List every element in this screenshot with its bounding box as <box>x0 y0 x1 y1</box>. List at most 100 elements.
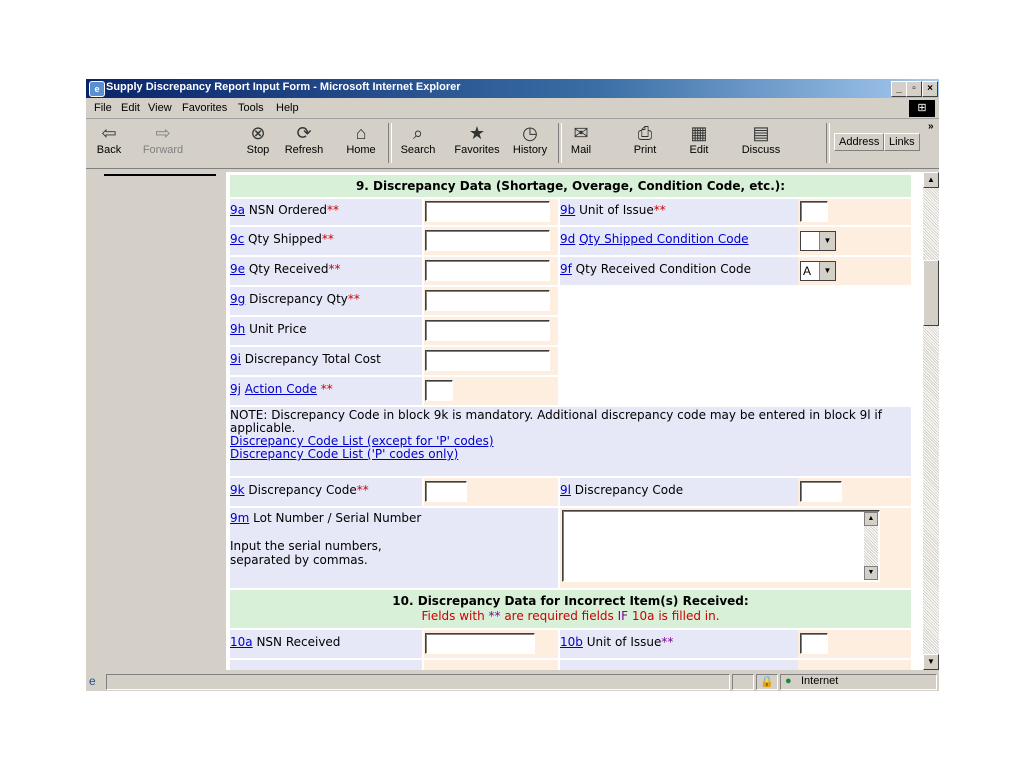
link-9g[interactable]: 9g <box>230 292 245 306</box>
scroll-up-icon[interactable]: ▲ <box>923 172 939 188</box>
toolbar-separator <box>558 123 562 163</box>
qty-received-input[interactable] <box>425 260 550 281</box>
status-text-panel <box>106 674 730 690</box>
unit-of-issue-input[interactable] <box>800 201 828 222</box>
cell-9e-input <box>424 257 558 285</box>
favorites-icon: ★ <box>468 123 486 143</box>
chevron-right-icon[interactable]: » <box>928 121 934 132</box>
scroll-down-icon[interactable]: ▼ <box>923 654 939 670</box>
link-9i[interactable]: 9i <box>230 352 241 366</box>
link-9e[interactable]: 9e <box>230 262 245 276</box>
back-button[interactable]: ⇦ Back <box>92 122 126 156</box>
stop-button[interactable]: ⊗ Stop <box>242 122 274 156</box>
scroll-thumb[interactable] <box>923 260 939 326</box>
qty-received-condition-select[interactable]: A ▼ <box>800 261 836 281</box>
link-9l[interactable]: 9l <box>560 483 571 497</box>
qty-shipped-input[interactable] <box>425 230 550 251</box>
history-icon: ◷ <box>522 123 538 143</box>
qty-shipped-condition-select[interactable]: ▼ <box>800 231 836 251</box>
link-10b[interactable]: 10b <box>560 635 583 649</box>
status-bar: e 🔒 ● Internet <box>86 672 939 691</box>
browser-window: e Supply Discrepancy Report Input Form -… <box>86 79 939 691</box>
discrepancy-total-cost-input[interactable] <box>425 350 550 371</box>
section9-header: 9. Discrepancy Data (Shortage, Overage, … <box>230 175 911 197</box>
discuss-button[interactable]: ▤ Discuss <box>736 122 786 156</box>
link-9c[interactable]: 9c <box>230 232 244 246</box>
back-arrow-icon: ⇦ <box>101 123 117 143</box>
menu-edit[interactable]: Edit <box>121 102 140 114</box>
link-9a[interactable]: 9a <box>230 203 245 217</box>
link-9h[interactable]: 9h <box>230 322 245 336</box>
forward-arrow-icon: ⇨ <box>155 123 171 143</box>
zone-label: Internet <box>801 675 839 687</box>
discrepancy-code-list-p-link[interactable]: Discrepancy Code List ('P' codes only) <box>230 447 458 461</box>
windows-logo-icon: ⊞ <box>909 100 935 117</box>
cell-9a-input <box>424 199 558 225</box>
edit-button[interactable]: ▦ Edit <box>684 122 714 156</box>
nsn-received-input[interactable] <box>425 633 535 654</box>
label-9m: 9m Lot Number / Serial Number Input the … <box>230 508 558 588</box>
mail-button[interactable]: ✉ Mail <box>564 122 598 156</box>
search-button[interactable]: ⌕ Search <box>396 122 440 156</box>
left-navigation <box>86 172 226 670</box>
menu-tools[interactable]: Tools <box>238 102 264 114</box>
nav-divider <box>104 174 216 176</box>
note-text: NOTE: Discrepancy Code in block 9k is ma… <box>230 408 882 435</box>
toolbar: ⇦ Back ⇨ Forward ⊗ Stop ⟳ Refresh ⌂ Home ⌕ Sea… <box>86 119 939 169</box>
label-9b: 9b Unit of Issue** <box>560 199 798 225</box>
minimize-icon[interactable]: _ <box>891 81 907 97</box>
link-9m[interactable]: 9m <box>230 511 249 525</box>
unit-of-issue-received-input[interactable] <box>800 633 828 654</box>
history-button[interactable]: ◷ History <box>510 122 550 156</box>
nsn-ordered-input[interactable] <box>425 201 550 222</box>
cell-10a-input <box>424 630 558 658</box>
label-9j: 9j Action Code ** <box>230 377 422 405</box>
forward-button[interactable]: ⇨ Forward <box>138 122 188 156</box>
search-icon: ⌕ <box>412 123 424 143</box>
zone-panel: ● Internet <box>780 674 937 690</box>
label-9e: 9e Qty Received** <box>230 257 422 285</box>
link-9b[interactable]: 9b <box>560 203 575 217</box>
edit-icon: ▦ <box>690 123 708 143</box>
menu-favorites[interactable]: Favorites <box>182 102 227 114</box>
discrepancy-code-input[interactable] <box>425 481 467 502</box>
label-9a: 9a NSN Ordered** <box>230 199 422 225</box>
discrepancy-code-list-link[interactable]: Discrepancy Code List (except for 'P' co… <box>230 434 494 448</box>
discrepancy-qty-input[interactable] <box>425 290 550 311</box>
title-bar: e Supply Discrepancy Report Input Form -… <box>86 79 939 98</box>
refresh-button[interactable]: ⟳ Refresh <box>282 122 326 156</box>
unit-price-input[interactable] <box>425 320 550 341</box>
scroll-down-icon[interactable]: ▼ <box>864 566 878 580</box>
page-content: 9. Discrepancy Data (Shortage, Overage, … <box>86 172 939 670</box>
label-10a: 10a NSN Received <box>230 630 422 658</box>
link-9f[interactable]: 9f <box>560 262 572 276</box>
cell-9f-select: A ▼ <box>798 257 911 285</box>
note-block: NOTE: Discrepancy Code in block 9k is ma… <box>230 407 911 476</box>
link-10a[interactable]: 10a <box>230 635 253 649</box>
additional-discrepancy-code-input[interactable] <box>800 481 842 502</box>
print-button[interactable]: ⎙ Print <box>628 122 662 156</box>
favorites-button[interactable]: ★ Favorites <box>450 122 504 156</box>
home-button[interactable]: ⌂ Home <box>344 122 378 156</box>
scroll-up-icon[interactable]: ▲ <box>864 512 878 526</box>
qty-shipped-condition-code-link[interactable]: Qty Shipped Condition Code <box>579 232 748 246</box>
cell-9j-input <box>424 377 558 405</box>
link-9k[interactable]: 9k <box>230 483 245 497</box>
maximize-icon[interactable]: ▫ <box>906 81 922 97</box>
dropdown-arrow-icon: ▼ <box>819 262 835 280</box>
serial-numbers-textarea[interactable] <box>562 510 880 582</box>
menu-view[interactable]: View <box>148 102 172 114</box>
action-code-input[interactable] <box>425 380 453 401</box>
toolbar-separator <box>388 123 392 163</box>
address-bar-button[interactable]: Address <box>834 133 885 151</box>
page-scrollbar[interactable]: ▲ ▼ <box>923 172 939 670</box>
cell-9m-textarea: ▲ ▼ <box>560 508 911 588</box>
links-button[interactable]: Links <box>884 133 920 151</box>
section10-header: 10. Discrepancy Data for Incorrect Item(… <box>230 590 911 628</box>
close-icon[interactable]: × <box>922 81 938 97</box>
menu-file[interactable]: File <box>94 102 112 114</box>
link-9j[interactable]: 9j <box>230 382 241 396</box>
action-code-link[interactable]: Action Code <box>245 382 317 396</box>
menu-help[interactable]: Help <box>276 102 299 114</box>
link-9d[interactable]: 9d <box>560 232 575 246</box>
